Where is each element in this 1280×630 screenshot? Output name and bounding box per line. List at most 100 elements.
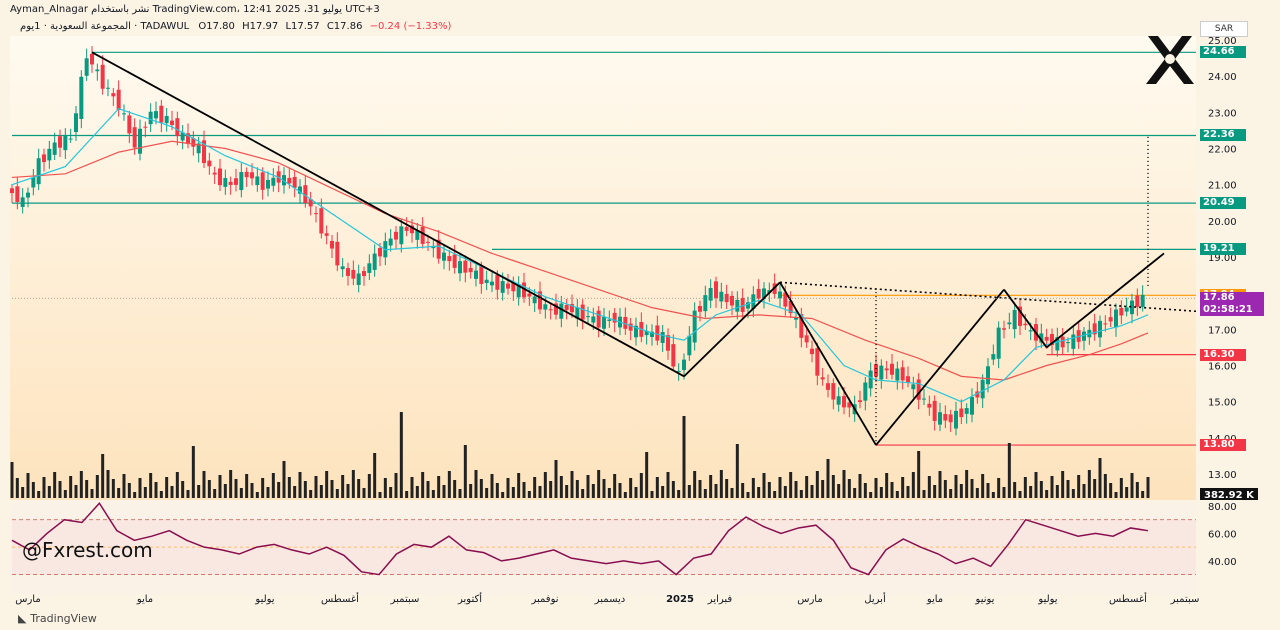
- volume-bar: [730, 488, 734, 498]
- rsi-band-fill: [12, 519, 1196, 575]
- time-tick-label: يوليو: [254, 594, 274, 605]
- volume-bar: [933, 485, 937, 498]
- volume-bar: [186, 490, 190, 498]
- candle-body: [692, 310, 697, 343]
- candle-body: [607, 319, 612, 321]
- volume-bar: [1045, 490, 1049, 498]
- volume-bar: [421, 472, 425, 498]
- volume-bar: [938, 471, 942, 498]
- volume-bar: [282, 461, 286, 498]
- volume-bar: [693, 471, 697, 498]
- volume-bar: [330, 480, 334, 498]
- volume-bar: [719, 470, 723, 498]
- volume-bar: [1071, 489, 1075, 498]
- candle-body: [991, 354, 996, 360]
- candle-body: [602, 316, 606, 329]
- candle-body: [148, 111, 153, 125]
- volume-bar: [474, 470, 478, 498]
- volume-bar: [394, 473, 398, 498]
- volume-bar: [415, 486, 419, 498]
- volume-bar: [1119, 478, 1123, 498]
- volume-bar: [309, 490, 313, 498]
- candle-body: [820, 377, 825, 380]
- volume-bar: [266, 487, 270, 498]
- currency-selector[interactable]: SAR: [1200, 21, 1248, 37]
- volume-bar: [442, 485, 446, 498]
- volume-bar: [383, 478, 387, 498]
- volume-bar: [341, 475, 345, 498]
- volume-bar: [783, 486, 787, 498]
- candle-body: [564, 304, 569, 310]
- volume-bar: [618, 483, 622, 498]
- volume-bar: [746, 492, 750, 498]
- candle-body: [1028, 330, 1033, 332]
- time-tick-label: أغسطس: [321, 592, 359, 605]
- candle-body: [10, 188, 14, 194]
- volume-bar: [1039, 481, 1043, 498]
- candle-body: [36, 158, 41, 185]
- volume-bar: [751, 478, 755, 498]
- candle-body: [170, 120, 174, 125]
- candle-body: [159, 105, 164, 123]
- volume-bar: [613, 474, 617, 498]
- candle-body: [810, 348, 814, 355]
- candle-body: [948, 414, 953, 423]
- volume-bar: [650, 491, 654, 498]
- candle-body: [884, 368, 889, 371]
- volume-bar: [138, 478, 142, 498]
- volume-bar: [501, 492, 505, 498]
- volume-bar: [10, 462, 14, 498]
- candle-body: [116, 89, 121, 110]
- candle-body: [1007, 322, 1012, 325]
- candle-body: [703, 295, 708, 312]
- volume-bar: [165, 477, 169, 498]
- candle-body: [319, 208, 324, 234]
- tradingview-logo-icon: ◣: [18, 612, 31, 625]
- price-chart[interactable]: 25.0024.0023.0022.0021.0020.0019.0018.00…: [0, 0, 1280, 630]
- candle-body: [95, 69, 100, 72]
- x-brand-logo-icon: [1146, 36, 1194, 84]
- volume-bar: [538, 486, 542, 498]
- candle-body: [426, 241, 430, 243]
- candle-body: [26, 192, 30, 198]
- candle-body: [287, 177, 292, 184]
- candle-body: [330, 240, 334, 249]
- volume-bar: [810, 485, 814, 498]
- volume-bar: [42, 477, 46, 498]
- candle-body: [580, 304, 585, 320]
- candle-body: [500, 281, 505, 293]
- candle-body: [1098, 320, 1102, 338]
- candle-body: [356, 273, 361, 285]
- volume-bar: [943, 480, 947, 498]
- candle-body: [687, 335, 692, 356]
- candle-body: [527, 293, 532, 297]
- volume-bar: [175, 472, 179, 498]
- candle-body: [228, 181, 233, 185]
- volume-bar: [575, 480, 579, 498]
- volume-bar: [1066, 480, 1070, 498]
- candle-body: [1140, 294, 1145, 307]
- volume-bar: [1135, 482, 1139, 498]
- volume-bar: [543, 472, 547, 498]
- volume-bar: [922, 490, 926, 498]
- candle-body: [815, 348, 820, 376]
- candle-body: [207, 160, 212, 167]
- candle-body: [911, 384, 916, 390]
- candle-body: [399, 226, 404, 245]
- candle-body: [15, 186, 20, 202]
- candle-body: [58, 136, 62, 148]
- volume-bar: [426, 481, 430, 498]
- candle-body: [922, 398, 926, 400]
- last-price-countdown: 02:58:21: [1203, 304, 1253, 316]
- candle-body: [586, 316, 590, 318]
- volume-bar: [863, 483, 867, 498]
- volume-bar: [1082, 484, 1086, 498]
- candle-body: [52, 142, 57, 155]
- candle-body: [916, 379, 921, 400]
- volume-bar: [47, 486, 51, 498]
- price-tick-label: 22.00: [1208, 145, 1237, 156]
- candle-body: [1119, 307, 1124, 316]
- level-price-label: 22.36: [1200, 129, 1246, 142]
- candle-body: [596, 310, 601, 328]
- volume-bar: [261, 478, 265, 498]
